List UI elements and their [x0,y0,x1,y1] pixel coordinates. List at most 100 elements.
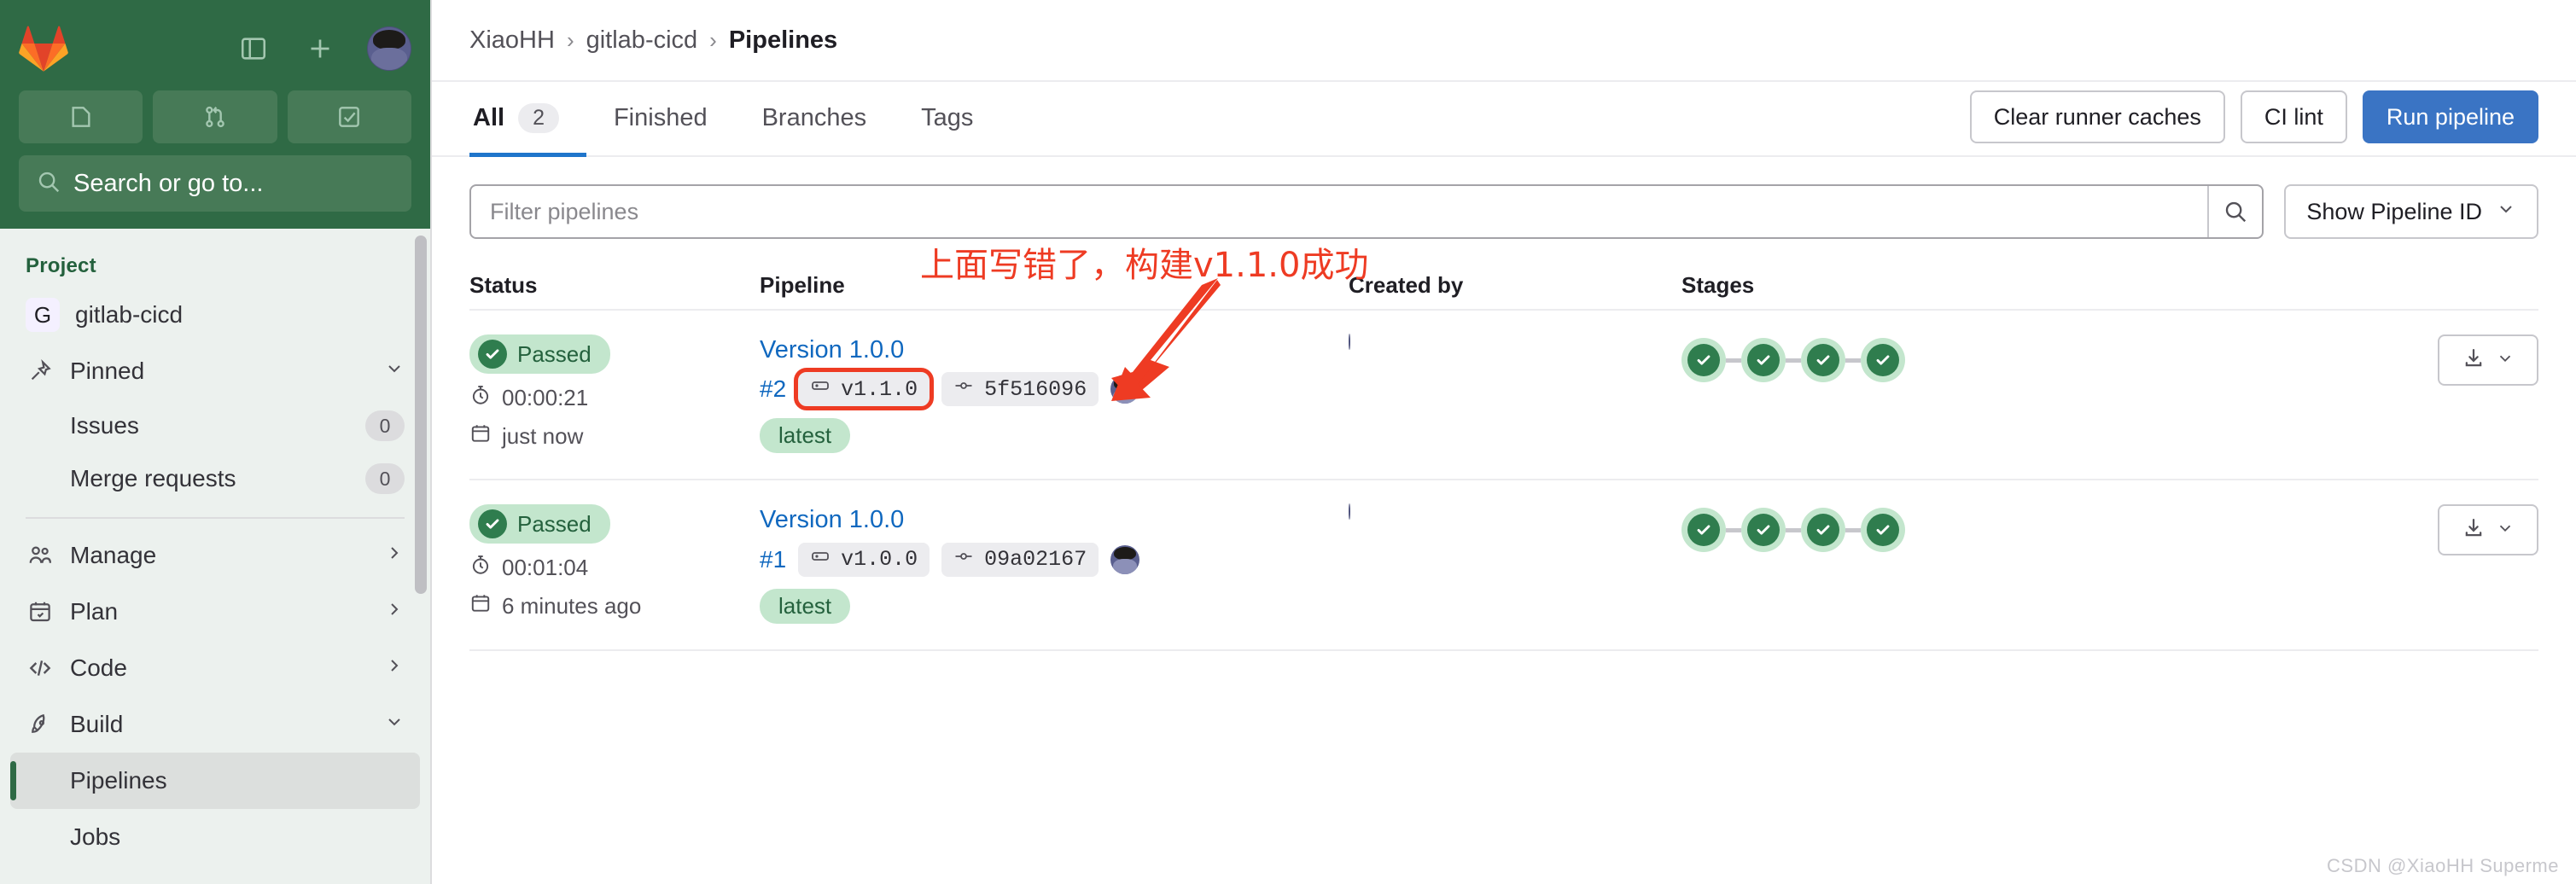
latest-badge: latest [760,418,851,454]
plus-icon[interactable] [300,29,340,68]
breadcrumb-separator-icon: › [566,26,574,53]
download-artifacts-button[interactable] [2438,334,2538,386]
sidebar: Search or go to... Project G gitlab-cicd… [0,0,432,884]
stage-status-icon[interactable] [1801,508,1845,553]
stage-status-icon[interactable] [1741,338,1786,382]
merge-request-icon[interactable] [153,90,277,143]
rocket-icon [26,710,55,739]
sidebar-item-build[interactable]: Build [0,696,430,753]
breadcrumb-separator-icon: › [709,26,717,53]
commit-author-avatar[interactable] [1110,544,1140,574]
tab-finished[interactable]: Finished [586,80,735,155]
sidebar-item-merge-requests[interactable]: Merge requests 0 [0,452,430,505]
sidebar-item-manage[interactable]: Manage [0,527,430,584]
sidebar-item-pinned[interactable]: Pinned [0,343,430,399]
calendar-icon [469,592,492,620]
pipeline-ref-chip[interactable]: v1.0.0 [798,542,930,577]
sidebar-section-title: Project [26,254,96,277]
pipeline-id-link[interactable]: #1 [760,546,786,573]
filter-row: Show Pipeline ID [432,157,2576,239]
filter-pipelines-box[interactable] [469,184,2264,239]
sidebar-item-label: Jobs [70,823,121,850]
search-input[interactable] [471,186,2208,237]
chevron-down-icon [2496,349,2515,372]
sidebar-quick-actions [19,90,411,143]
avatar[interactable] [1349,334,1350,350]
ci-lint-button[interactable]: CI lint [2240,90,2347,143]
pipeline-ref-chip[interactable]: v1.1.0 [794,368,935,411]
tag-icon [810,375,830,403]
sidebar-item-jobs[interactable]: Jobs [0,809,430,865]
stage-status-icon[interactable] [1741,508,1786,553]
pipeline-name-link[interactable]: Version 1.0.0 [760,334,1349,365]
tab-label: All [473,103,505,131]
run-pipeline-button[interactable]: Run pipeline [2362,90,2538,143]
app-root: Search or go to... Project G gitlab-cicd… [0,0,2576,884]
chevron-down-icon [384,358,405,384]
status-badge[interactable]: Passed [469,334,610,374]
pipeline-commit-chip[interactable]: 5f516096 [941,372,1099,407]
search-icon[interactable] [2207,186,2262,237]
sidebar-top-actions [234,26,411,71]
breadcrumb-item-current: Pipelines [728,26,838,54]
breadcrumb-item-project[interactable]: gitlab-cicd [586,26,698,55]
row-actions-cell [2385,334,2538,386]
sidebar-scrollbar[interactable] [415,220,428,884]
sidebar-header: Search or go to... [0,0,430,229]
tab-tags[interactable]: Tags [894,80,1000,155]
stage-status-icon[interactable] [1861,338,1905,382]
stage-status-icon[interactable] [1681,508,1726,553]
sidebar-scrollbar-thumb[interactable] [415,236,427,594]
pipeline-commit-chip[interactable]: 09a02167 [941,542,1099,577]
row-pipeline-cell: Version 1.0.0 #2 v1.1.0 5f516096 latest [760,334,1349,454]
stage-status-icon[interactable] [1861,508,1905,553]
sidebar-item-plan[interactable]: Plan [0,584,430,640]
sidebar-item-label: Build [70,711,124,737]
pipeline-commit-label: 5f516096 [984,376,1087,402]
sidebar-item-pipelines[interactable]: Pipelines [10,753,420,809]
show-pipeline-id-dropdown[interactable]: Show Pipeline ID [2284,184,2538,239]
sidebar-toggle-icon[interactable] [234,29,273,68]
todo-icon[interactable] [287,90,411,143]
row-duration: 00:00:21 [469,384,760,412]
breadcrumb-item-group[interactable]: XiaoHH [469,26,555,55]
stages-list [1681,338,2385,382]
row-actions-cell [2385,504,2538,556]
stage-status-icon[interactable] [1801,338,1845,382]
sidebar-item-code[interactable]: Code [0,640,430,696]
tab-branches[interactable]: Branches [735,80,895,155]
download-artifacts-button[interactable] [2438,504,2538,556]
user-avatar[interactable] [367,26,411,71]
pipeline-name-link[interactable]: Version 1.0.0 [760,504,1349,535]
tag-icon [810,546,830,573]
stage-status-icon[interactable] [1681,338,1726,382]
table-row: Passed 00:01:04 6 minutes ago Version 1.… [469,480,2538,651]
sidebar-search-button[interactable]: Search or go to... [19,155,411,212]
status-badge[interactable]: Passed [469,504,610,544]
table-header-row: Status Pipeline Created by Stages [469,261,2538,311]
status-label: Passed [517,340,592,367]
sidebar-top-row [19,15,411,82]
tab-label: Branches [761,103,867,131]
row-status-cell: Passed 00:00:21 just now [469,334,760,451]
gitlab-logo-icon[interactable] [19,25,68,73]
tab-all[interactable]: All 2 [469,80,586,157]
main-content: XiaoHH › gitlab-cicd › Pipelines All 2 F… [432,0,2576,884]
tabs-actions: Clear runner caches CI lint Run pipeline [1969,90,2538,155]
issue-icon[interactable] [19,90,143,143]
clear-runner-caches-button[interactable]: Clear runner caches [1969,90,2225,143]
chevron-down-icon [384,712,405,737]
sidebar-item-label: gitlab-cicd [75,301,184,328]
pipeline-id-link[interactable]: #2 [760,375,786,403]
finished-time-label: just now [502,423,584,449]
column-header-status: Status [469,271,538,298]
avatar[interactable] [1349,503,1350,521]
pipelines-table: Status Pipeline Created by Stages Passed [432,261,2576,651]
sidebar-item-issues[interactable]: Issues 0 [0,399,430,452]
commit-author-avatar[interactable] [1110,375,1140,404]
chevron-right-icon [384,543,405,568]
sidebar-item-label: Plan [70,598,119,625]
sidebar-item-project[interactable]: G gitlab-cicd [0,287,430,343]
project-avatar: G [26,298,60,332]
download-icon [2462,346,2486,375]
